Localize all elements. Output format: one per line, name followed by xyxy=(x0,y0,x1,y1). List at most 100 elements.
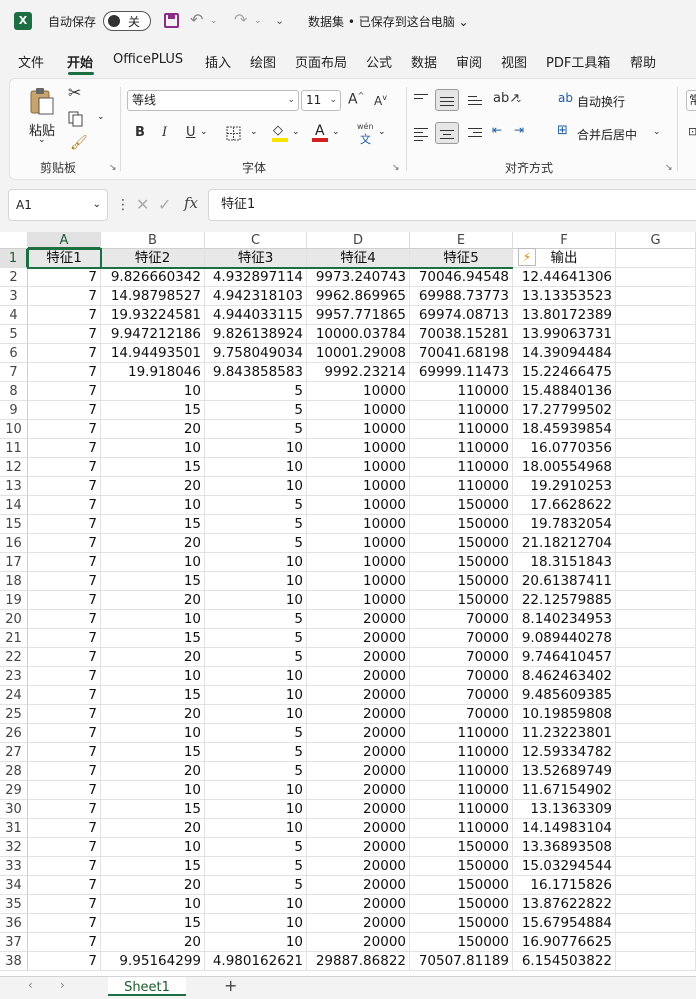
row-header[interactable]: 21 xyxy=(0,629,28,648)
redo-icon[interactable]: ↷ xyxy=(234,10,247,29)
table-cell[interactable] xyxy=(616,534,696,553)
fill-color-icon[interactable]: ◇ xyxy=(272,123,288,143)
add-sheet-icon[interactable]: + xyxy=(224,976,237,995)
table-cell[interactable]: 15 xyxy=(101,857,205,876)
table-cell[interactable]: 20 xyxy=(101,876,205,895)
table-cell[interactable]: 7 xyxy=(28,382,101,401)
table-cell[interactable]: 19.93224581 xyxy=(101,306,205,325)
table-cell[interactable]: 110000 xyxy=(410,401,513,420)
table-cell[interactable] xyxy=(616,686,696,705)
table-cell[interactable]: 10000.03784 xyxy=(307,325,410,344)
row-header[interactable]: 32 xyxy=(0,838,28,857)
table-cell[interactable] xyxy=(616,629,696,648)
table-cell[interactable]: 150000 xyxy=(410,591,513,610)
table-cell[interactable]: 9992.23214 xyxy=(307,363,410,382)
table-cell[interactable]: 70000 xyxy=(410,667,513,686)
table-cell[interactable]: 10 xyxy=(205,800,307,819)
table-cell[interactable] xyxy=(616,287,696,306)
table-cell[interactable]: 12.44641306 xyxy=(513,268,616,287)
table-cell[interactable]: 7 xyxy=(28,781,101,800)
table-cell[interactable]: 7 xyxy=(28,572,101,591)
table-cell[interactable]: 7 xyxy=(28,895,101,914)
table-cell[interactable]: 20000 xyxy=(307,819,410,838)
table-cell[interactable]: 9973.240743 xyxy=(307,268,410,287)
table-cell[interactable]: 70000 xyxy=(410,629,513,648)
table-cell[interactable]: 10000 xyxy=(307,534,410,553)
table-cell[interactable]: 10 xyxy=(101,838,205,857)
table-cell[interactable] xyxy=(616,515,696,534)
table-cell[interactable]: 9.95164299 xyxy=(101,952,205,971)
row-header[interactable]: 8 xyxy=(0,382,28,401)
table-cell[interactable]: 7 xyxy=(28,629,101,648)
row-header[interactable]: 38 xyxy=(0,952,28,971)
format-painter-icon[interactable]: 🖌 xyxy=(70,135,88,151)
table-cell[interactable]: 5 xyxy=(205,401,307,420)
sheet-tab-sheet1[interactable]: Sheet1 xyxy=(108,977,186,996)
row-header[interactable]: 3 xyxy=(0,287,28,306)
insert-function-button[interactable]: fx xyxy=(184,194,198,212)
table-cell[interactable]: 110000 xyxy=(410,724,513,743)
row-header[interactable]: 13 xyxy=(0,477,28,496)
table-cell[interactable] xyxy=(616,496,696,515)
table-cell[interactable]: 15.67954884 xyxy=(513,914,616,933)
italic-button[interactable]: I xyxy=(162,125,167,140)
column-header-b[interactable]: B xyxy=(101,232,205,249)
font-launcher-icon[interactable]: ↘ xyxy=(392,163,400,173)
table-cell[interactable]: 7 xyxy=(28,534,101,553)
table-cell[interactable]: 70000 xyxy=(410,610,513,629)
orientation-dropdown-icon[interactable]: ⌄ xyxy=(515,95,523,105)
merge-center-button[interactable]: 合并后居中 xyxy=(577,126,637,143)
copy-dropdown-icon[interactable]: ⌄ xyxy=(97,112,105,122)
table-cell[interactable]: 9.843858583 xyxy=(205,363,307,382)
table-cell[interactable]: 7 xyxy=(28,515,101,534)
tab-file[interactable]: 文件 xyxy=(18,52,44,71)
table-cell[interactable]: 70038.15281 xyxy=(410,325,513,344)
underline-dropdown-icon[interactable]: ⌄ xyxy=(200,127,208,137)
table-cell[interactable]: 10 xyxy=(205,686,307,705)
table-cell[interactable]: 110000 xyxy=(410,477,513,496)
table-cell[interactable]: 7 xyxy=(28,838,101,857)
font-size-combo[interactable]: 11 ⌄ xyxy=(301,90,341,111)
row-header[interactable]: 20 xyxy=(0,610,28,629)
table-cell[interactable]: 9.485609385 xyxy=(513,686,616,705)
table-cell[interactable]: 10 xyxy=(101,781,205,800)
table-cell[interactable] xyxy=(616,572,696,591)
table-cell[interactable]: 10000 xyxy=(307,553,410,572)
table-cell[interactable]: 7 xyxy=(28,648,101,667)
table-cell[interactable]: 15 xyxy=(101,800,205,819)
table-cell[interactable]: 10 xyxy=(205,781,307,800)
tab-page-layout[interactable]: 页面布局 xyxy=(295,52,347,71)
header-cell[interactable] xyxy=(616,249,696,268)
table-cell[interactable]: 5 xyxy=(205,515,307,534)
table-cell[interactable] xyxy=(616,762,696,781)
tab-help[interactable]: 帮助 xyxy=(630,52,656,71)
cancel-icon[interactable]: ✕ xyxy=(136,195,149,214)
table-cell[interactable]: 7 xyxy=(28,420,101,439)
table-cell[interactable] xyxy=(616,458,696,477)
table-cell[interactable]: 9.826138924 xyxy=(205,325,307,344)
row-header[interactable]: 6 xyxy=(0,344,28,363)
align-top-icon[interactable] xyxy=(414,91,428,102)
decrease-indent-icon[interactable]: ⇤ xyxy=(492,123,502,137)
column-header-c[interactable]: C xyxy=(205,232,307,249)
table-cell[interactable]: 12.59334782 xyxy=(513,743,616,762)
table-cell[interactable]: 10.19859808 xyxy=(513,705,616,724)
row-header[interactable]: 14 xyxy=(0,496,28,515)
phonetic-icon[interactable]: wén 文 xyxy=(356,122,376,146)
row-header[interactable]: 26 xyxy=(0,724,28,743)
table-cell[interactable]: 10000 xyxy=(307,496,410,515)
table-cell[interactable]: 13.99063731 xyxy=(513,325,616,344)
table-cell[interactable]: 4.980162621 xyxy=(205,952,307,971)
row-header[interactable]: 10 xyxy=(0,420,28,439)
align-center-button[interactable] xyxy=(435,122,459,144)
tab-home[interactable]: 开始 xyxy=(67,52,93,71)
table-cell[interactable]: 7 xyxy=(28,914,101,933)
table-cell[interactable]: 7 xyxy=(28,800,101,819)
table-cell[interactable]: 16.90776625 xyxy=(513,933,616,952)
row-header[interactable]: 4 xyxy=(0,306,28,325)
row-header[interactable]: 27 xyxy=(0,743,28,762)
alignment-launcher-icon[interactable]: ↘ xyxy=(665,163,673,173)
row-header[interactable]: 24 xyxy=(0,686,28,705)
table-cell[interactable]: 5 xyxy=(205,610,307,629)
table-cell[interactable]: 7 xyxy=(28,496,101,515)
